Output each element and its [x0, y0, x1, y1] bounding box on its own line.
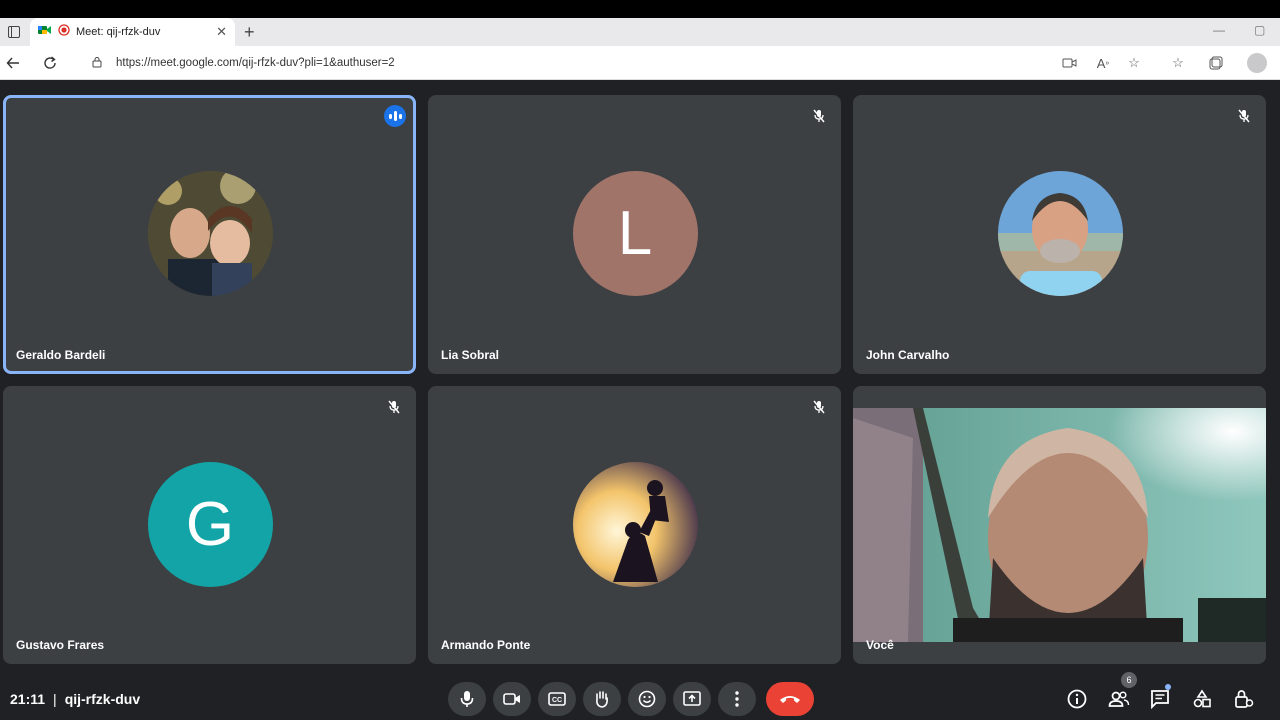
mic-muted-icon [813, 109, 825, 123]
recording-icon [58, 23, 70, 41]
activities-icon [1193, 689, 1211, 708]
self-video-feed [853, 408, 1266, 642]
participant-tile[interactable]: G Gustavo Frares [3, 386, 416, 664]
back-icon[interactable] [3, 53, 23, 73]
raise-hand-icon [596, 691, 608, 708]
emoji-icon [638, 690, 656, 708]
present-icon [683, 691, 701, 706]
lock-icon [92, 56, 106, 71]
participant-name: Armando Ponte [441, 638, 531, 652]
participant-name: Lia Sobral [441, 348, 500, 362]
chat-icon [1151, 690, 1169, 709]
present-button[interactable] [673, 682, 711, 716]
chat-button[interactable] [1147, 686, 1173, 712]
meeting-controls-bar: 21:11 | qij-rfzk-duv CC [0, 676, 1280, 720]
meet-logo-icon [38, 23, 52, 41]
minimize-icon[interactable]: — [1213, 23, 1225, 37]
emoji-button[interactable] [628, 682, 666, 716]
microphone-button[interactable] [448, 682, 486, 716]
participant-tile[interactable]: John Carvalho [853, 95, 1266, 374]
info-separator: | [53, 691, 57, 707]
participant-name: Gustavo Frares [16, 638, 105, 652]
participant-tile[interactable]: Armando Ponte [428, 386, 841, 664]
chat-notification-dot [1165, 684, 1171, 690]
restore-icon[interactable]: ▢ [1254, 23, 1265, 37]
captions-button[interactable]: CC [538, 682, 576, 716]
svg-text:CC: CC [552, 697, 562, 704]
microphone-icon [460, 691, 474, 707]
activities-button[interactable] [1189, 686, 1215, 712]
browser-tab[interactable]: Meet: qij-rfzk-duv ✕ [30, 18, 235, 46]
captions-icon: CC [548, 692, 566, 706]
meeting-code: qij-rfzk-duv [64, 691, 141, 707]
camera-icon [503, 693, 520, 705]
participant-avatar [572, 462, 698, 587]
more-options-button[interactable] [718, 682, 756, 716]
camera-permission-icon[interactable] [1060, 54, 1078, 72]
collections-icon[interactable] [1207, 54, 1225, 72]
people-icon [1108, 691, 1130, 707]
host-controls-icon [1235, 690, 1254, 708]
participant-count-badge: 6 [1121, 672, 1137, 688]
participant-avatar [147, 171, 273, 296]
hang-up-button[interactable] [766, 682, 814, 716]
meeting-info: 21:11 | qij-rfzk-duv [10, 691, 140, 707]
read-aloud-icon[interactable]: A» [1094, 54, 1112, 72]
mic-muted-icon [388, 400, 400, 414]
participant-name: Você [866, 638, 894, 652]
hang-up-icon [780, 696, 800, 703]
camera-button[interactable] [493, 682, 531, 716]
address-bar-row: https://meet.google.com/qij-rfzk-duv?pli… [0, 46, 1280, 80]
speaking-indicator-icon [384, 105, 406, 127]
profile-avatar[interactable] [1247, 53, 1267, 73]
mic-muted-icon [813, 400, 825, 414]
host-controls-button[interactable] [1231, 686, 1257, 712]
participant-avatar: L [572, 171, 698, 296]
close-tab-icon[interactable]: ✕ [216, 24, 227, 40]
participant-tile[interactable]: Geraldo Bardeli [3, 95, 416, 374]
self-video-tile[interactable]: Você [853, 386, 1266, 664]
participant-avatar [997, 171, 1123, 296]
favorites-icon[interactable]: ☆ [1169, 54, 1187, 72]
top-strip [0, 0, 1280, 18]
more-options-icon [735, 691, 739, 707]
browser-tab-bar: Meet: qij-rfzk-duv ✕ + — ▢ [0, 18, 1280, 46]
add-favorite-icon[interactable]: ☆ [1125, 54, 1143, 72]
raise-hand-button[interactable] [583, 682, 621, 716]
meeting-details-button[interactable] [1064, 686, 1090, 712]
url-text: https://meet.google.com/qij-rfzk-duv?pli… [116, 57, 395, 69]
mic-muted-icon [1238, 109, 1250, 123]
people-button[interactable] [1106, 686, 1132, 712]
clock-time: 21:11 [10, 691, 46, 707]
participant-name: Geraldo Bardeli [16, 348, 106, 362]
tab-actions-icon[interactable] [0, 18, 28, 46]
url-field[interactable]: https://meet.google.com/qij-rfzk-duv?pli… [80, 49, 1090, 77]
tab-title: Meet: qij-rfzk-duv [76, 26, 161, 38]
info-icon [1067, 689, 1087, 709]
participant-name: John Carvalho [866, 348, 950, 362]
participant-avatar: G [147, 462, 273, 587]
new-tab-button[interactable]: + [244, 22, 255, 43]
reload-icon[interactable] [40, 53, 60, 73]
participant-tile[interactable]: L Lia Sobral [428, 95, 841, 374]
